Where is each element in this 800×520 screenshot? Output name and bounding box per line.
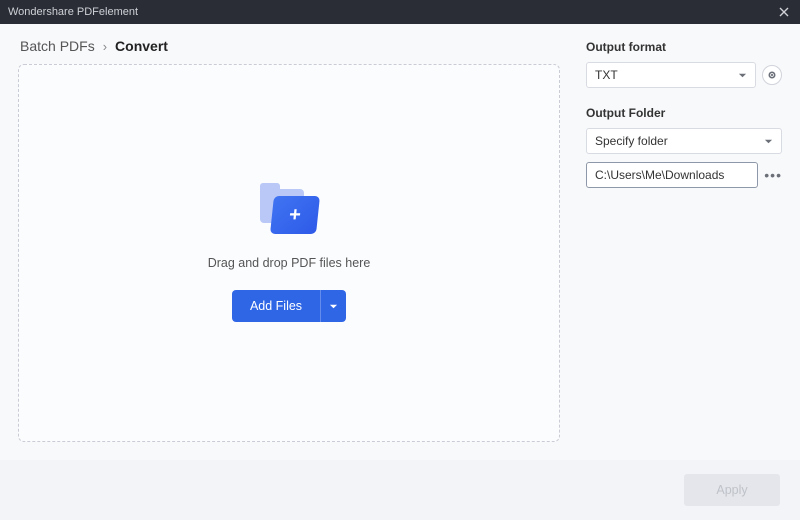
output-folder-path-input[interactable] — [586, 162, 758, 188]
close-button[interactable] — [776, 4, 792, 20]
chevron-down-icon — [764, 137, 773, 146]
output-folder-mode-select[interactable]: Specify folder — [586, 128, 782, 154]
ellipsis-icon: ••• — [764, 167, 782, 183]
dropzone-hint: Drag and drop PDF files here — [208, 256, 371, 270]
title-bar: Wondershare PDFelement — [0, 0, 800, 24]
close-icon — [779, 7, 789, 17]
browse-folder-button[interactable]: ••• — [764, 165, 782, 185]
chevron-right-icon: › — [103, 39, 107, 54]
output-folder-label: Output Folder — [586, 106, 782, 120]
gear-icon — [767, 70, 777, 80]
output-format-value: TXT — [595, 68, 618, 82]
file-dropzone[interactable]: + Drag and drop PDF files here Add Files — [18, 64, 560, 442]
left-pane: Batch PDFs › Convert + Drag and drop PDF… — [0, 24, 578, 460]
breadcrumb: Batch PDFs › Convert — [18, 38, 560, 54]
folder-plus-icon: + — [260, 184, 318, 234]
add-files-group: Add Files — [232, 290, 346, 322]
chevron-down-icon — [738, 71, 747, 80]
chevron-down-icon — [329, 302, 338, 311]
apply-button[interactable]: Apply — [684, 474, 780, 506]
output-format-settings-button[interactable] — [762, 65, 782, 85]
app-title: Wondershare PDFelement — [8, 6, 138, 18]
right-pane: Output format TXT Output Folder Specify … — [578, 24, 800, 460]
content-area: Batch PDFs › Convert + Drag and drop PDF… — [0, 24, 800, 460]
add-files-button[interactable]: Add Files — [232, 290, 320, 322]
breadcrumb-current: Convert — [115, 38, 168, 54]
add-files-dropdown[interactable] — [320, 290, 346, 322]
breadcrumb-root[interactable]: Batch PDFs — [20, 38, 95, 54]
output-folder-mode-value: Specify folder — [595, 134, 668, 148]
footer-bar: Apply — [0, 460, 800, 520]
output-format-label: Output format — [586, 40, 782, 54]
output-format-select[interactable]: TXT — [586, 62, 756, 88]
